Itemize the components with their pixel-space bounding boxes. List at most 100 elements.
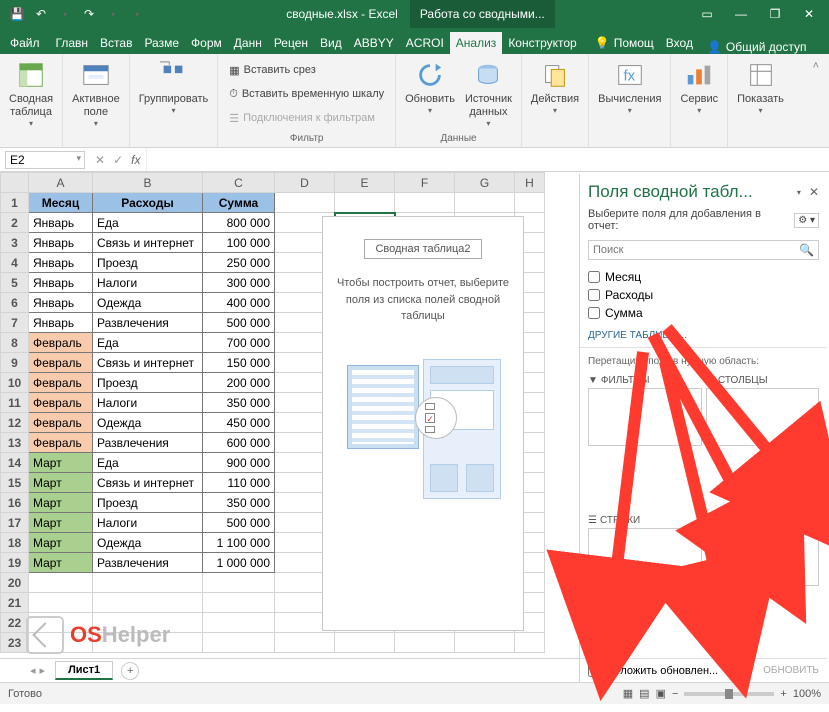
page-layout-view-icon[interactable]: ▤ xyxy=(639,687,649,700)
defer-checkbox[interactable] xyxy=(588,664,601,677)
close-icon[interactable]: ✕ xyxy=(795,7,823,21)
cell-C11[interactable]: 350 000 xyxy=(203,393,275,413)
cell-A2[interactable]: Январь xyxy=(29,213,93,233)
field-month-checkbox[interactable] xyxy=(588,271,600,283)
row-header-8[interactable]: 8 xyxy=(1,333,29,353)
cell-B17[interactable]: Налоги xyxy=(93,513,203,533)
row-header-14[interactable]: 14 xyxy=(1,453,29,473)
field-sum[interactable]: Сумма xyxy=(588,304,819,322)
calculations-button[interactable]: fx Вычисления ▾ xyxy=(593,57,666,118)
cancel-icon[interactable]: ✕ xyxy=(95,153,105,167)
cell-A18[interactable]: Март xyxy=(29,533,93,553)
tab-share[interactable]: 👤Общий доступ xyxy=(699,40,815,54)
row-header-18[interactable]: 18 xyxy=(1,533,29,553)
refresh-button[interactable]: Обновить ▾ xyxy=(400,57,460,118)
cell-C15[interactable]: 110 000 xyxy=(203,473,275,493)
row-header-9[interactable]: 9 xyxy=(1,353,29,373)
row-header-4[interactable]: 4 xyxy=(1,253,29,273)
cell-A4[interactable]: Январь xyxy=(29,253,93,273)
insert-timeline-button[interactable]: ⏱Вставить временную шкалу xyxy=(226,83,387,105)
cell-C10[interactable]: 200 000 xyxy=(203,373,275,393)
cell-empty[interactable] xyxy=(93,573,203,593)
row-header-15[interactable]: 15 xyxy=(1,473,29,493)
cell-empty[interactable] xyxy=(203,593,275,613)
sheet-tab-list1[interactable]: Лист1 xyxy=(55,661,113,680)
col-header-F[interactable]: F xyxy=(395,173,455,193)
formula-input[interactable] xyxy=(146,148,829,171)
normal-view-icon[interactable]: ▦ xyxy=(623,687,633,700)
pivot-table-button[interactable]: Сводная таблица ▾ xyxy=(4,57,58,131)
row-header-20[interactable]: 20 xyxy=(1,573,29,593)
field-expenses-checkbox[interactable] xyxy=(588,289,600,301)
zoom-slider[interactable] xyxy=(684,692,774,696)
cell-C5[interactable]: 300 000 xyxy=(203,273,275,293)
row-header-10[interactable]: 10 xyxy=(1,373,29,393)
collapse-ribbon-icon[interactable]: ˄ xyxy=(803,54,829,147)
cell-A19[interactable]: Март xyxy=(29,553,93,573)
cell-C8[interactable]: 700 000 xyxy=(203,333,275,353)
cell-B14[interactable]: Еда xyxy=(93,453,203,473)
col-header-E[interactable]: E xyxy=(335,173,395,193)
pivot-placeholder[interactable]: Сводная таблица2 Чтобы построить отчет, … xyxy=(322,216,524,631)
cell-A14[interactable]: Март xyxy=(29,453,93,473)
field-month[interactable]: Месяц xyxy=(588,268,819,286)
other-tables-link[interactable]: ДРУГИЕ ТАБЛИЦЫ... xyxy=(588,330,819,341)
fx-icon[interactable]: fx xyxy=(131,153,140,167)
cell-C18[interactable]: 1 100 000 xyxy=(203,533,275,553)
tab-insert[interactable]: Встав xyxy=(94,32,138,54)
col-header-B[interactable]: B xyxy=(93,173,203,193)
pane-gear-icon[interactable]: ⚙ ▾ xyxy=(794,213,819,228)
undo-icon[interactable]: ↶ xyxy=(30,3,52,25)
tab-signin[interactable]: Вход xyxy=(660,32,699,54)
tab-view[interactable]: Вид xyxy=(314,32,348,54)
field-expenses[interactable]: Расходы xyxy=(588,286,819,304)
tab-abbyy[interactable]: ABBYY xyxy=(348,32,400,54)
row-header-23[interactable]: 23 xyxy=(1,633,29,653)
qat-customize-icon[interactable]: ▾ xyxy=(126,3,148,25)
cell-empty[interactable] xyxy=(203,613,275,633)
ribbon-options-icon[interactable]: ▭ xyxy=(693,7,721,21)
data-source-button[interactable]: Источник данных ▾ xyxy=(460,57,517,131)
grid[interactable]: ABCDEFGH1МесяцРасходыСумма2ЯнварьЕда800 … xyxy=(0,172,579,658)
zoom-in-icon[interactable]: + xyxy=(780,688,786,700)
tab-layout[interactable]: Разме xyxy=(138,32,185,54)
tab-home[interactable]: Главн xyxy=(50,32,95,54)
row-header-2[interactable]: 2 xyxy=(1,213,29,233)
active-field-button[interactable]: Активное поле ▾ xyxy=(67,57,125,131)
row-header-22[interactable]: 22 xyxy=(1,613,29,633)
redo-icon[interactable]: ↷ xyxy=(78,3,100,25)
cell-A13[interactable]: Февраль xyxy=(29,433,93,453)
show-button[interactable]: Показать ▾ xyxy=(732,57,789,118)
zone-rows[interactable] xyxy=(588,528,702,586)
header-expenses[interactable]: Расходы xyxy=(93,193,203,213)
zone-columns[interactable] xyxy=(706,388,820,446)
cell-empty[interactable] xyxy=(515,633,545,653)
cell-A15[interactable]: Март xyxy=(29,473,93,493)
name-box[interactable]: E2 xyxy=(5,151,85,169)
cell-A12[interactable]: Февраль xyxy=(29,413,93,433)
select-all-cell[interactable] xyxy=(1,173,29,193)
cell-C6[interactable]: 400 000 xyxy=(203,293,275,313)
cell-B10[interactable]: Проезд xyxy=(93,373,203,393)
zoom-out-icon[interactable]: − xyxy=(672,688,678,700)
cell-C12[interactable]: 450 000 xyxy=(203,413,275,433)
row-header-17[interactable]: 17 xyxy=(1,513,29,533)
cell-B7[interactable]: Развлечения xyxy=(93,313,203,333)
enter-icon[interactable]: ✓ xyxy=(113,153,123,167)
header-month[interactable]: Месяц xyxy=(29,193,93,213)
cell-empty[interactable] xyxy=(395,633,455,653)
tab-file[interactable]: Файл xyxy=(0,32,50,54)
cell-C14[interactable]: 900 000 xyxy=(203,453,275,473)
cell-A11[interactable]: Февраль xyxy=(29,393,93,413)
pane-close-icon[interactable]: ✕ xyxy=(809,185,819,199)
row-header-3[interactable]: 3 xyxy=(1,233,29,253)
cell-B11[interactable]: Налоги xyxy=(93,393,203,413)
cell-A7[interactable]: Январь xyxy=(29,313,93,333)
group-button[interactable]: Группировать ▾ xyxy=(134,57,214,118)
sheet-nav[interactable]: ◂▸ xyxy=(30,664,45,677)
cell-A6[interactable]: Январь xyxy=(29,293,93,313)
cell-B6[interactable]: Одежда xyxy=(93,293,203,313)
cell-empty[interactable] xyxy=(29,573,93,593)
zoom-level[interactable]: 100% xyxy=(793,688,821,700)
cell-C19[interactable]: 1 000 000 xyxy=(203,553,275,573)
